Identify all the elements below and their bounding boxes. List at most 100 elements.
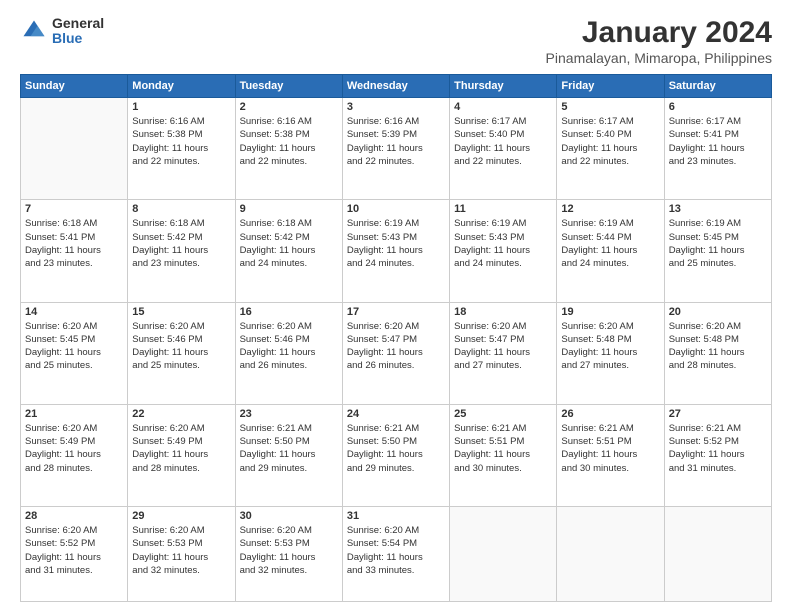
- day-info: Sunrise: 6:16 AM Sunset: 5:39 PM Dayligh…: [347, 115, 445, 168]
- day-number: 22: [132, 408, 230, 420]
- table-row: 7Sunrise: 6:18 AM Sunset: 5:41 PM Daylig…: [21, 200, 128, 302]
- table-row: 18 Sunrise: 6:20 AM Sunset: 5:47 PM Dayli…: [450, 302, 557, 404]
- calendar-week-row: 28Sunrise: 6:20 AM Sunset: 5:52 PM Dayli…: [21, 507, 772, 602]
- calendar-header-row: Sunday Monday Tuesday Wednesday Thursday…: [21, 75, 772, 98]
- table-row: 4Sunrise: 6:17 AM Sunset: 5:40 PM Daylig…: [450, 98, 557, 200]
- page: General Blue January 2024 Pinamalayan, M…: [0, 0, 792, 612]
- day-number: 25: [454, 408, 552, 420]
- table-row: 28Sunrise: 6:20 AM Sunset: 5:52 PM Dayli…: [21, 507, 128, 602]
- day-info: Sunrise: 6:17 AM Sunset: 5:41 PM Dayligh…: [669, 115, 767, 168]
- day-info: Sunrise: 6:20 AM Sunset: 5:47 PM Dayligh…: [454, 320, 552, 373]
- table-row: 21Sunrise: 6:20 AM Sunset: 5:49 PM Dayli…: [21, 404, 128, 506]
- day-info: Sunrise: 6:20 AM Sunset: 5:47 PM Dayligh…: [347, 320, 445, 373]
- table-row: [450, 507, 557, 602]
- table-row: [664, 507, 771, 602]
- day-info: Sunrise: 6:20 AM Sunset: 5:53 PM Dayligh…: [240, 524, 338, 577]
- header-tuesday: Tuesday: [235, 75, 342, 98]
- table-row: [21, 98, 128, 200]
- day-number: 2: [240, 101, 338, 113]
- calendar-table: Sunday Monday Tuesday Wednesday Thursday…: [20, 74, 772, 602]
- calendar-subtitle: Pinamalayan, Mimaropa, Philippines: [546, 50, 772, 66]
- table-row: 2 Sunrise: 6:16 AM Sunset: 5:38 PM Daylig…: [235, 98, 342, 200]
- day-info: Sunrise: 6:20 AM Sunset: 5:48 PM Dayligh…: [561, 320, 659, 373]
- day-number: 10: [347, 203, 445, 215]
- day-info: Sunrise: 6:17 AM Sunset: 5:40 PM Dayligh…: [454, 115, 552, 168]
- table-row: 11Sunrise: 6:19 AM Sunset: 5:43 PM Dayli…: [450, 200, 557, 302]
- day-number: 13: [669, 203, 767, 215]
- day-number: 30: [240, 510, 338, 522]
- day-info: Sunrise: 6:20 AM Sunset: 5:45 PM Dayligh…: [25, 320, 123, 373]
- calendar-week-row: 21 Sunrise: 6:20 AM Sunset: 5:49 PM Dayli…: [21, 404, 772, 506]
- day-info: Sunrise: 6:20 AM Sunset: 5:52 PM Dayligh…: [25, 524, 123, 577]
- day-info: Sunrise: 6:16 AM Sunset: 5:38 PM Dayligh…: [240, 115, 338, 168]
- day-number: 9: [240, 203, 338, 215]
- calendar-week-row: 1Sunrise: 6:16 AM Sunset: 5:38 PM Daylig…: [21, 98, 772, 200]
- calendar-week-row: 7Sunrise: 6:18 AM Sunset: 5:41 PM Daylig…: [21, 200, 772, 302]
- table-row: 8Sunrise: 6:18 AM Sunset: 5:42 PM Daylig…: [128, 200, 235, 302]
- day-number: 24: [347, 408, 445, 420]
- header-monday: Monday: [128, 75, 235, 98]
- calendar-title: January 2024: [546, 16, 772, 50]
- day-info: Sunrise: 6:21 AM Sunset: 5:50 PM Dayligh…: [240, 422, 338, 475]
- header-friday: Friday: [557, 75, 664, 98]
- table-row: 10Sunrise: 6:19 AM Sunset: 5:43 PM Dayli…: [342, 200, 449, 302]
- logo-text: General Blue: [52, 16, 104, 47]
- table-row: 17 Sunrise: 6:20 AM Sunset: 5:47 PM Dayli…: [342, 302, 449, 404]
- table-row: 16Sunrise: 6:20 AM Sunset: 5:46 PM Dayli…: [235, 302, 342, 404]
- day-info: Sunrise: 6:21 AM Sunset: 5:51 PM Dayligh…: [561, 422, 659, 475]
- day-number: 14: [25, 306, 123, 318]
- day-info: Sunrise: 6:19 AM Sunset: 5:44 PM Dayligh…: [561, 217, 659, 270]
- day-number: 20: [669, 306, 767, 318]
- day-info: Sunrise: 6:20 AM Sunset: 5:53 PM Dayligh…: [132, 524, 230, 577]
- day-number: 26: [561, 408, 659, 420]
- day-info: Sunrise: 6:21 AM Sunset: 5:52 PM Dayligh…: [669, 422, 767, 475]
- day-number: 16: [240, 306, 338, 318]
- day-info: Sunrise: 6:16 AM Sunset: 5:38 PM Dayligh…: [132, 115, 230, 168]
- table-row: 14 Sunrise: 6:20 AM Sunset: 5:45 PM Dayli…: [21, 302, 128, 404]
- table-row: 24 Sunrise: 6:21 AM Sunset: 5:50 PM Dayli…: [342, 404, 449, 506]
- day-number: 23: [240, 408, 338, 420]
- day-number: 12: [561, 203, 659, 215]
- table-row: 15 Sunrise: 6:20 AM Sunset: 5:46 PM Dayli…: [128, 302, 235, 404]
- day-number: 7: [25, 203, 123, 215]
- table-row: 29 Sunrise: 6:20 AM Sunset: 5:53 PM Dayli…: [128, 507, 235, 602]
- header-wednesday: Wednesday: [342, 75, 449, 98]
- table-row: 12 Sunrise: 6:19 AM Sunset: 5:44 PM Dayli…: [557, 200, 664, 302]
- table-row: 23 Sunrise: 6:21 AM Sunset: 5:50 PM Dayli…: [235, 404, 342, 506]
- logo-blue: Blue: [52, 31, 104, 46]
- day-number: 17: [347, 306, 445, 318]
- table-row: 5Sunrise: 6:17 AM Sunset: 5:40 PM Daylig…: [557, 98, 664, 200]
- table-row: [557, 507, 664, 602]
- logo-general: General: [52, 16, 104, 31]
- table-row: 13 Sunrise: 6:19 AM Sunset: 5:45 PM Dayli…: [664, 200, 771, 302]
- day-info: Sunrise: 6:21 AM Sunset: 5:51 PM Dayligh…: [454, 422, 552, 475]
- table-row: 6 Sunrise: 6:17 AM Sunset: 5:41 PM Daylig…: [664, 98, 771, 200]
- day-number: 21: [25, 408, 123, 420]
- day-number: 29: [132, 510, 230, 522]
- day-info: Sunrise: 6:20 AM Sunset: 5:46 PM Dayligh…: [132, 320, 230, 373]
- day-info: Sunrise: 6:19 AM Sunset: 5:45 PM Dayligh…: [669, 217, 767, 270]
- table-row: 27 Sunrise: 6:21 AM Sunset: 5:52 PM Dayli…: [664, 404, 771, 506]
- header-thursday: Thursday: [450, 75, 557, 98]
- title-block: January 2024 Pinamalayan, Mimaropa, Phil…: [546, 16, 772, 66]
- day-info: Sunrise: 6:20 AM Sunset: 5:49 PM Dayligh…: [132, 422, 230, 475]
- table-row: 1Sunrise: 6:16 AM Sunset: 5:38 PM Daylig…: [128, 98, 235, 200]
- header: General Blue January 2024 Pinamalayan, M…: [20, 16, 772, 66]
- day-info: Sunrise: 6:21 AM Sunset: 5:50 PM Dayligh…: [347, 422, 445, 475]
- table-row: 3 Sunrise: 6:16 AM Sunset: 5:39 PM Daylig…: [342, 98, 449, 200]
- day-number: 18: [454, 306, 552, 318]
- day-number: 19: [561, 306, 659, 318]
- day-number: 27: [669, 408, 767, 420]
- day-number: 11: [454, 203, 552, 215]
- day-number: 3: [347, 101, 445, 113]
- day-info: Sunrise: 6:20 AM Sunset: 5:48 PM Dayligh…: [669, 320, 767, 373]
- table-row: 19 Sunrise: 6:20 AM Sunset: 5:48 PM Dayli…: [557, 302, 664, 404]
- table-row: 9 Sunrise: 6:18 AM Sunset: 5:42 PM Daylig…: [235, 200, 342, 302]
- day-number: 15: [132, 306, 230, 318]
- table-row: 22 Sunrise: 6:20 AM Sunset: 5:49 PM Dayli…: [128, 404, 235, 506]
- day-number: 31: [347, 510, 445, 522]
- logo: General Blue: [20, 16, 104, 47]
- day-info: Sunrise: 6:18 AM Sunset: 5:42 PM Dayligh…: [240, 217, 338, 270]
- day-number: 6: [669, 101, 767, 113]
- day-info: Sunrise: 6:20 AM Sunset: 5:54 PM Dayligh…: [347, 524, 445, 577]
